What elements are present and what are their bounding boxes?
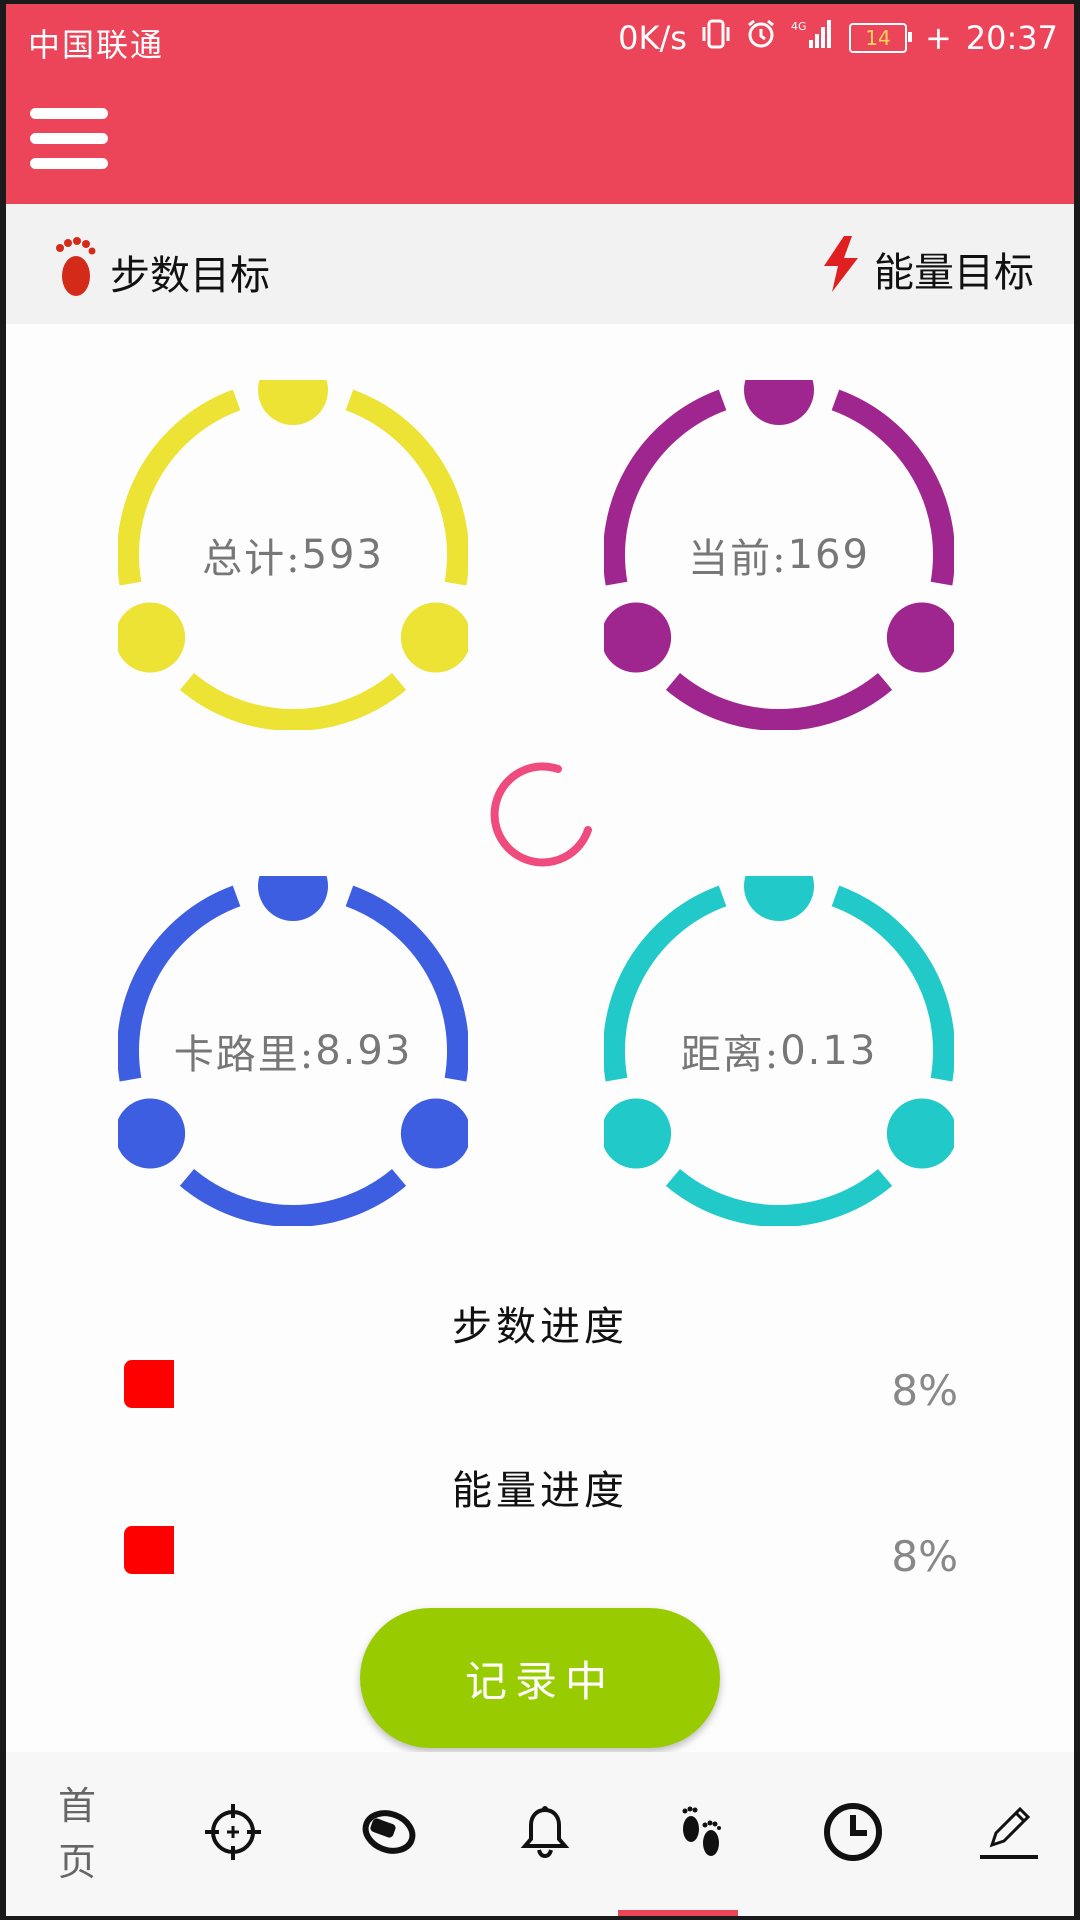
steps-goal-label: 步数目标 [110, 253, 270, 299]
ring-label: 当前: 169 [604, 380, 954, 730]
total-steps-ring: 总计: 593 [118, 380, 468, 730]
alarm-icon [745, 18, 777, 58]
lightning-icon [820, 236, 860, 302]
signal-icon: 4G [791, 18, 835, 58]
energy-progress-percent: 8% [891, 1532, 958, 1581]
status-bar: 中国联通 0K/s 4G 14 + 20:37 [6, 4, 1074, 74]
energy-progress-title: 能量进度 [452, 1468, 628, 1514]
steps-progress-percent: 8% [891, 1366, 958, 1415]
ring-value: 8.93 [315, 1028, 413, 1074]
footprints-icon [675, 1801, 727, 1867]
nav-home-label: 首页 [57, 1784, 96, 1884]
nav-steps[interactable] [636, 1752, 766, 1916]
device-frame: 中国联通 0K/s 4G 14 + 20:37 步数目标 能量目标 总计: 59… [0, 0, 1080, 1920]
svg-text:4G: 4G [791, 20, 807, 33]
clock-time: 20:37 [965, 19, 1058, 57]
clock-icon [822, 1801, 884, 1867]
ring-value: 0.13 [780, 1028, 878, 1074]
ring-key: 距离: [680, 1032, 781, 1078]
nav-history[interactable] [788, 1752, 918, 1916]
loading-spinner [488, 760, 598, 870]
nav-edit[interactable] [944, 1752, 1074, 1916]
energy-progress-bar [124, 1526, 174, 1574]
footprint-icon [52, 236, 96, 308]
menu-button[interactable] [30, 108, 110, 178]
energy-goal-button[interactable]: 能量目标 [820, 236, 1034, 302]
nav-home[interactable]: 首页 [12, 1752, 142, 1916]
nav-target[interactable] [168, 1752, 298, 1916]
bell-icon [520, 1804, 570, 1864]
ring-label: 距离: 0.13 [604, 876, 954, 1226]
menu-icon-bar [30, 108, 108, 119]
carrier-label: 中国联通 [28, 26, 165, 64]
goals-bar: 步数目标 能量目标 [6, 204, 1074, 324]
status-indicators: 0K/s 4G 14 + 20:37 [618, 18, 1058, 58]
current-steps-ring: 当前: 169 [604, 380, 954, 730]
nav-band[interactable] [324, 1752, 454, 1916]
calories-ring: 卡路里: 8.93 [118, 876, 468, 1226]
menu-icon-bar [30, 133, 108, 144]
charging-plus: + [924, 19, 952, 57]
app-header: 中国联通 0K/s 4G 14 + 20:37 [6, 4, 1074, 204]
ring-key: 当前: [688, 536, 788, 582]
nav-active-indicator [618, 1910, 738, 1916]
network-speed: 0K/s [618, 19, 687, 57]
ring-value: 169 [787, 532, 870, 578]
ring-label: 总计: 593 [118, 380, 468, 730]
vibrate-icon [701, 18, 731, 58]
battery-level: 14 [865, 26, 891, 50]
edit-icon [978, 1801, 1040, 1867]
ring-value: 593 [301, 532, 384, 578]
band-icon [361, 1807, 417, 1861]
steps-progress-title: 步数进度 [452, 1304, 628, 1350]
steps-progress-bar [124, 1360, 174, 1408]
bottom-nav: 首页 [6, 1752, 1074, 1916]
menu-icon-bar [30, 158, 108, 169]
battery-icon: 14 [848, 23, 912, 53]
target-icon [203, 1802, 263, 1866]
record-button[interactable]: 记录中 [360, 1608, 720, 1748]
ring-key: 总计: [202, 536, 302, 582]
distance-ring: 距离: 0.13 [604, 876, 954, 1226]
screen: 中国联通 0K/s 4G 14 + 20:37 步数目标 能量目标 总计: 59… [6, 4, 1074, 1916]
steps-goal-button[interactable]: 步数目标 [52, 236, 270, 308]
nav-alerts[interactable] [480, 1752, 610, 1916]
energy-goal-label: 能量目标 [874, 250, 1034, 296]
ring-label: 卡路里: 8.93 [118, 876, 468, 1226]
ring-key: 卡路里: [173, 1032, 316, 1078]
